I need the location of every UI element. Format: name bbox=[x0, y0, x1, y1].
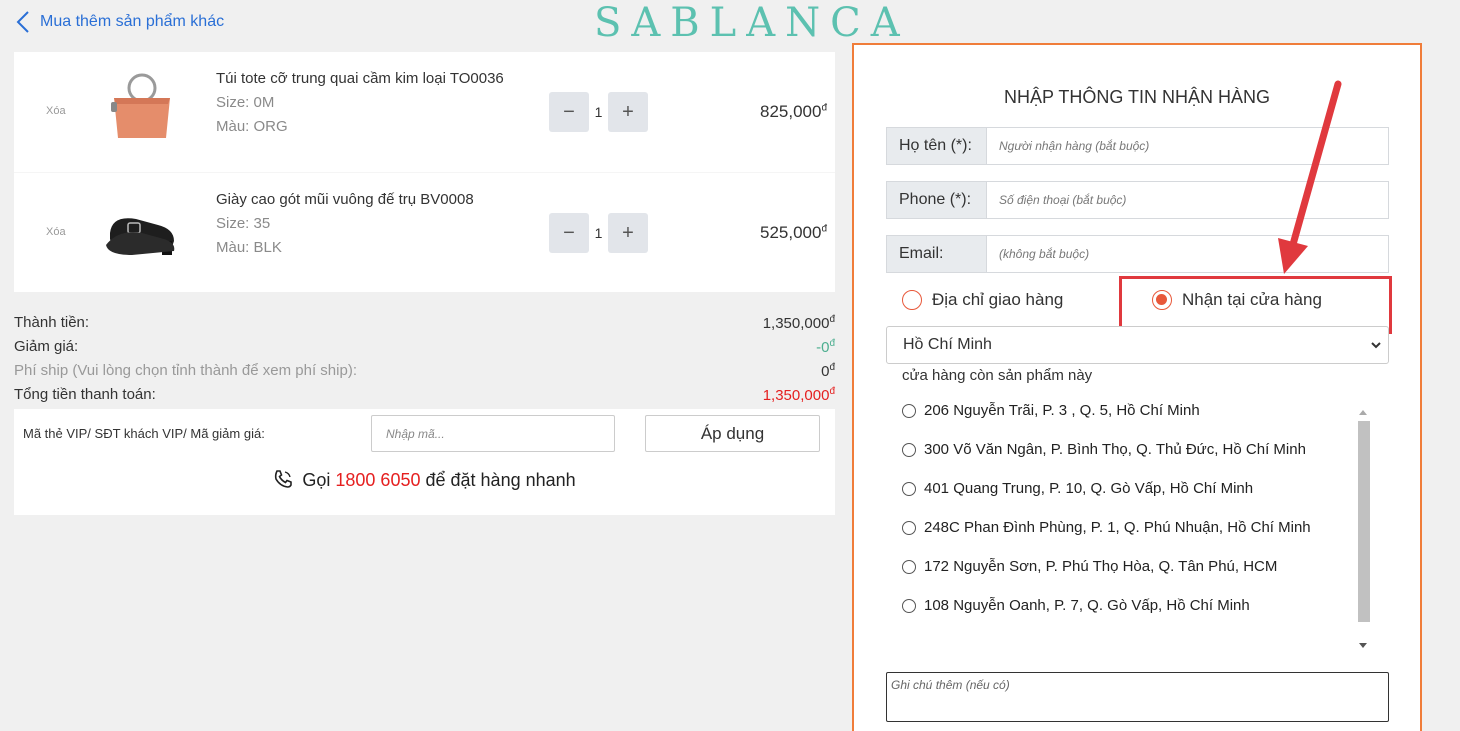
subtotal-value: 1,350,000đ bbox=[763, 314, 835, 332]
increase-quantity-button[interactable]: + bbox=[608, 92, 648, 132]
total-label: Tổng tiền thanh toán: bbox=[14, 386, 156, 403]
radio-button[interactable] bbox=[902, 520, 916, 535]
subtotal-label: Thành tiền: bbox=[14, 314, 90, 331]
radio-button[interactable] bbox=[902, 559, 916, 574]
store-address: 108 Nguyễn Oanh, P. 7, Q. Gò Vấp, Hồ Chí… bbox=[924, 597, 1250, 614]
item-color: Màu: BLK bbox=[216, 239, 282, 256]
scroll-up-arrow-icon[interactable] bbox=[1359, 410, 1367, 415]
back-link-label: Mua thêm sản phẩm khác bbox=[40, 13, 225, 30]
store-address: 401 Quang Trung, P. 10, Q. Gò Vấp, Hồ Ch… bbox=[924, 480, 1254, 497]
subtotal-row: Thành tiền: 1,350,000đ bbox=[14, 314, 835, 338]
store-option[interactable]: 206 Nguyễn Trãi, P. 3 , Q. 5, Hồ Chí Min… bbox=[902, 402, 1200, 419]
stores-hint: cửa hàng còn sản phẩm này bbox=[902, 367, 1093, 384]
item-price: 525,000đ bbox=[760, 223, 827, 243]
chevron-left-icon bbox=[16, 11, 29, 33]
discount-value: -0đ bbox=[816, 338, 835, 356]
currency-symbol: đ bbox=[821, 223, 827, 235]
city-select[interactable]: Hồ Chí Minh bbox=[886, 326, 1389, 364]
phone-icon bbox=[275, 470, 293, 488]
store-address: 206 Nguyễn Trãi, P. 3 , Q. 5, Hồ Chí Min… bbox=[924, 402, 1200, 419]
currency-symbol: đ bbox=[829, 362, 835, 373]
hotline-suffix: để đặt hàng nhanh bbox=[425, 470, 576, 490]
tote-bag-image bbox=[111, 73, 170, 138]
store-address: 300 Võ Văn Ngân, P. Bình Thọ, Q. Thủ Đức… bbox=[924, 441, 1306, 458]
promo-code-input[interactable] bbox=[371, 415, 615, 452]
item-color: Màu: ORG bbox=[216, 118, 288, 135]
item-name[interactable]: Túi tote cỡ trung quai cầm kim loại TO00… bbox=[216, 70, 504, 87]
shipping-value: 0đ bbox=[821, 362, 835, 380]
hotline-number[interactable]: 1800 6050 bbox=[335, 470, 420, 490]
item-price-value: 525,000 bbox=[759, 223, 822, 242]
delivery-option-label: Địa chỉ giao hàng bbox=[932, 290, 1064, 309]
apply-promo-button[interactable]: Áp dụng bbox=[645, 415, 820, 452]
currency-symbol: đ bbox=[829, 338, 835, 349]
item-size: Size: 0M bbox=[216, 94, 275, 111]
decrease-quantity-button[interactable]: − bbox=[549, 92, 589, 132]
store-option[interactable]: 248C Phan Đình Phùng, P. 1, Q. Phú Nhuận… bbox=[902, 519, 1311, 536]
subtotal-amount: 1,350,000 bbox=[762, 315, 830, 332]
store-option[interactable]: 108 Nguyễn Oanh, P. 7, Q. Gò Vấp, Hồ Chí… bbox=[902, 597, 1250, 614]
store-option[interactable]: 172 Nguyễn Sơn, P. Phú Thọ Hòa, Q. Tân P… bbox=[902, 558, 1277, 575]
cart-item: Xóa Túi tote cỡ trung quai cầm kim loại … bbox=[14, 52, 835, 172]
store-list-scrollbar[interactable] bbox=[1356, 406, 1370, 651]
note-textarea[interactable] bbox=[886, 672, 1389, 722]
cart-item: Xóa Giày cao gót mũi vuông đế trụ BV0008… bbox=[14, 172, 835, 292]
radio-button[interactable] bbox=[902, 442, 916, 457]
store-list: 206 Nguyễn Trãi, P. 3 , Q. 5, Hồ Chí Min… bbox=[902, 402, 1372, 652]
decrease-quantity-button[interactable]: − bbox=[549, 213, 589, 253]
item-name[interactable]: Giày cao gót mũi vuông đế trụ BV0008 bbox=[216, 191, 474, 208]
total-value: 1,350,000đ bbox=[763, 386, 835, 404]
item-price: 825,000đ bbox=[760, 102, 827, 122]
sablanca-logo[interactable]: SABLANCA bbox=[594, 0, 910, 46]
promo-code-label: Mã thẻ VIP/ SĐT khách VIP/ Mã giảm giá: bbox=[23, 426, 265, 441]
quantity-stepper: − 1 + bbox=[549, 92, 648, 132]
radio-button[interactable] bbox=[902, 598, 916, 613]
store-address: 248C Phan Đình Phùng, P. 1, Q. Phú Nhuận… bbox=[924, 519, 1311, 536]
currency-symbol: đ bbox=[829, 386, 835, 397]
scrollbar-thumb[interactable] bbox=[1358, 421, 1370, 622]
chevron-down-icon bbox=[1371, 342, 1381, 349]
radio-button[interactable] bbox=[902, 290, 922, 310]
radio-button[interactable] bbox=[902, 403, 916, 418]
store-option[interactable]: 300 Võ Văn Ngân, P. Bình Thọ, Q. Thủ Đức… bbox=[902, 441, 1306, 458]
currency-symbol: đ bbox=[821, 102, 827, 114]
heel-shoe-image bbox=[106, 218, 175, 255]
phone-label: Phone (*): bbox=[887, 182, 987, 218]
store-option[interactable]: 401 Quang Trung, P. 10, Q. Gò Vấp, Hồ Ch… bbox=[902, 480, 1253, 497]
hotline-banner: Gọi 1800 6050 để đặt hàng nhanh bbox=[14, 469, 835, 491]
store-address: 172 Nguyễn Sơn, P. Phú Thọ Hòa, Q. Tân P… bbox=[924, 558, 1278, 575]
discount-row: Giảm giá: -0đ bbox=[14, 338, 835, 362]
shipping-row: Phí ship (Vui lòng chọn tỉnh thành để xe… bbox=[14, 362, 835, 386]
shipping-label: Phí ship (Vui lòng chọn tỉnh thành để xe… bbox=[14, 362, 357, 379]
radio-button[interactable] bbox=[902, 481, 916, 496]
email-label: Email: bbox=[887, 236, 987, 272]
quantity-value[interactable]: 1 bbox=[589, 225, 608, 241]
annotation-arrow-icon bbox=[1278, 80, 1342, 274]
name-label: Họ tên (*): bbox=[887, 128, 987, 164]
back-to-shopping-link[interactable]: Mua thêm sản phẩm khác bbox=[14, 9, 224, 35]
scroll-down-arrow-icon[interactable] bbox=[1359, 643, 1367, 648]
discount-label: Giảm giá: bbox=[14, 338, 79, 355]
discount-amount: -0 bbox=[816, 339, 830, 356]
remove-item-button[interactable]: Xóa bbox=[46, 105, 66, 117]
quantity-stepper: − 1 + bbox=[549, 213, 648, 253]
promo-panel: Mã thẻ VIP/ SĐT khách VIP/ Mã giảm giá: … bbox=[14, 409, 835, 515]
hotline-prefix: Gọi bbox=[302, 470, 331, 490]
city-selected-value: Hồ Chí Minh bbox=[903, 336, 992, 353]
quantity-value[interactable]: 1 bbox=[589, 104, 608, 120]
item-size: Size: 35 bbox=[216, 215, 271, 232]
total-row: Tổng tiền thanh toán: 1,350,000đ bbox=[14, 386, 835, 410]
item-price-value: 825,000 bbox=[759, 102, 822, 121]
total-amount: 1,350,000 bbox=[762, 387, 830, 404]
delivery-address-option[interactable]: Địa chỉ giao hàng bbox=[902, 290, 1063, 310]
remove-item-button[interactable]: Xóa bbox=[46, 226, 66, 238]
increase-quantity-button[interactable]: + bbox=[608, 213, 648, 253]
currency-symbol: đ bbox=[829, 314, 835, 325]
cart-items-panel: Xóa Túi tote cỡ trung quai cầm kim loại … bbox=[14, 52, 835, 292]
